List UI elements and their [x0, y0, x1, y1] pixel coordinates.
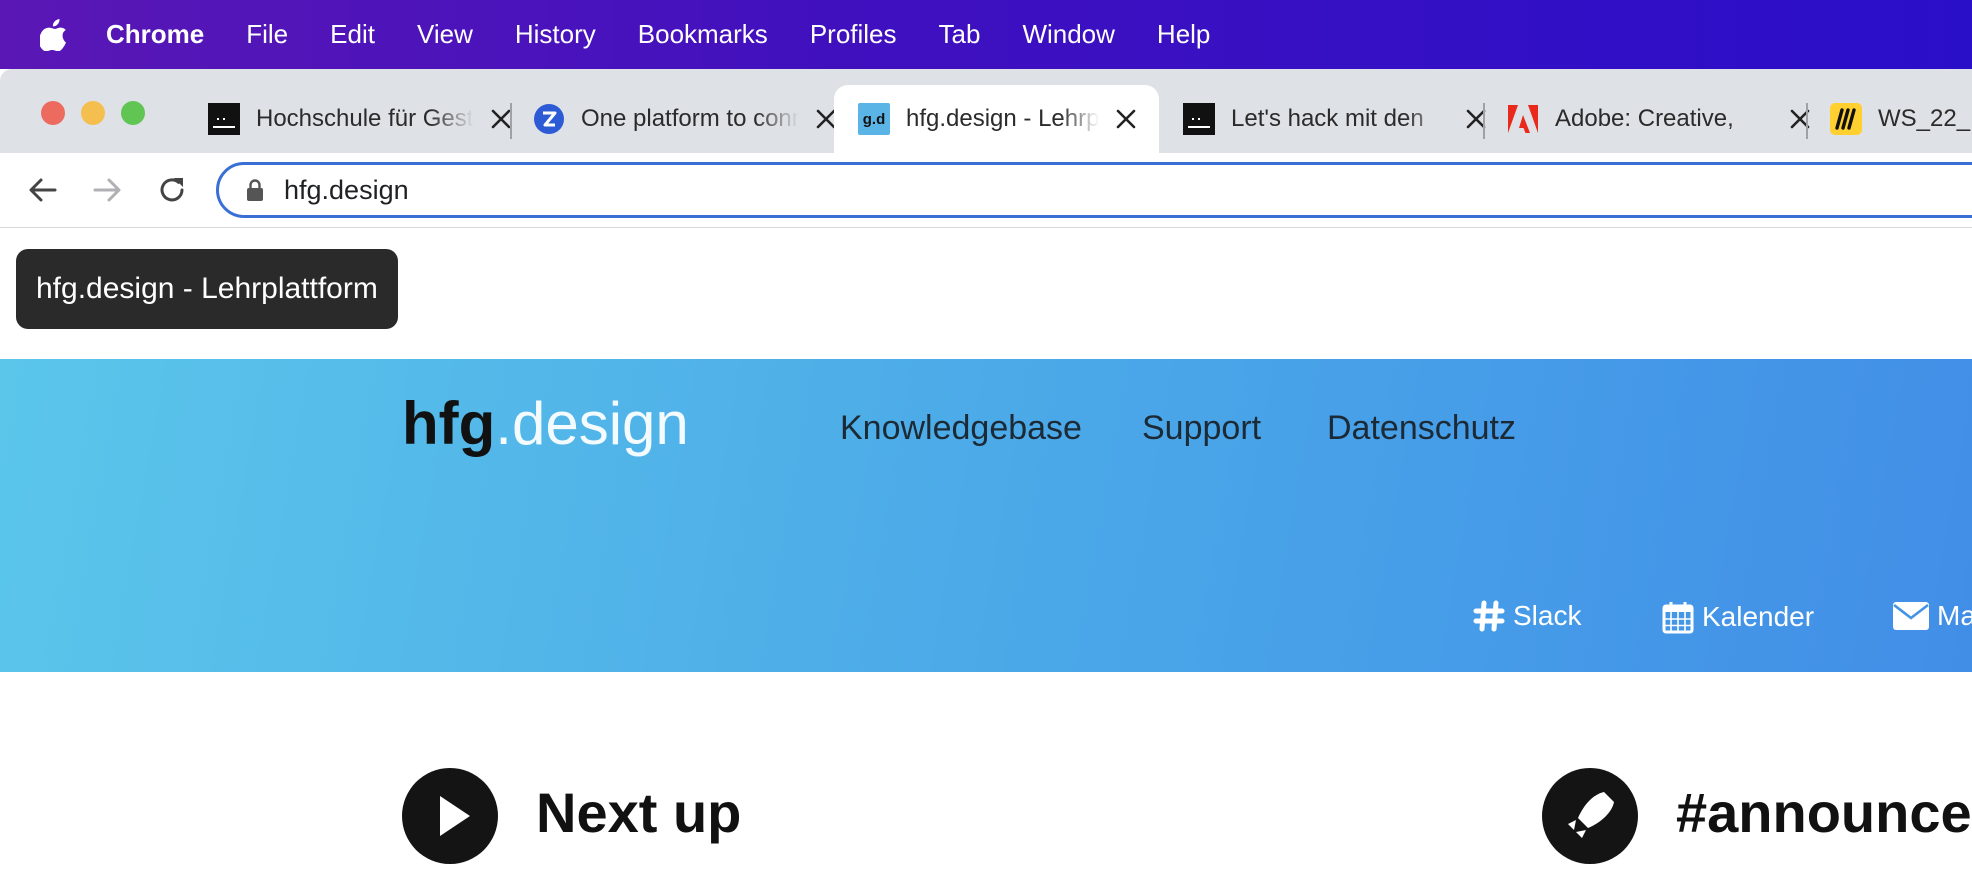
- tab-lets-hack[interactable]: Let's hack mit den: [1159, 85, 1487, 153]
- address-bar[interactable]: hfg.design: [216, 162, 1972, 218]
- menu-chrome[interactable]: Chrome: [106, 19, 204, 50]
- menu-tab[interactable]: Tab: [939, 19, 981, 50]
- slack-icon: [1473, 600, 1505, 632]
- tab-tooltip: hfg.design - Lehrplattform: [16, 249, 398, 329]
- logo-bold-text: hfg: [402, 390, 496, 457]
- terminal-icon: [208, 103, 240, 135]
- nav-datenschutz[interactable]: Datenschutz: [1327, 409, 1516, 448]
- calendar-icon: [1662, 602, 1694, 634]
- menu-view[interactable]: View: [417, 19, 473, 50]
- miro-icon: [1830, 103, 1862, 135]
- tab-hochschule[interactable]: Hochschule für Gestaltung: [184, 85, 512, 153]
- quick-link-label: Slack: [1513, 600, 1582, 631]
- logo-light-text: .design: [495, 390, 689, 457]
- section-title-announce: #announce: [1676, 781, 1972, 844]
- menu-window[interactable]: Window: [1022, 19, 1114, 50]
- menu-history[interactable]: History: [515, 19, 596, 50]
- zoom-icon: [533, 103, 565, 135]
- close-icon[interactable]: [1115, 108, 1137, 130]
- tab-adobe[interactable]: Adobe: Creative,: [1483, 85, 1811, 153]
- hfg-design-icon: g.d: [858, 103, 890, 135]
- tab-miro[interactable]: WS_22_: [1806, 85, 1972, 153]
- menu-edit[interactable]: Edit: [330, 19, 375, 50]
- rocket-icon: [1542, 768, 1638, 864]
- forward-arrow-icon[interactable]: [90, 173, 124, 207]
- section-title-next-up: Next up: [536, 781, 742, 844]
- macos-menu-bar: Chrome File Edit View History Bookmarks …: [0, 0, 1972, 69]
- tab-hfg-design[interactable]: g.d hfg.design - Lehrplattform: [834, 85, 1159, 153]
- back-arrow-icon[interactable]: [26, 173, 60, 207]
- quick-link-mail[interactable]: Ma: [1893, 600, 1972, 632]
- browser-toolbar: hfg.design: [0, 153, 1972, 228]
- reload-icon[interactable]: [155, 173, 189, 207]
- nav-support[interactable]: Support: [1142, 409, 1261, 448]
- menu-file[interactable]: File: [246, 19, 288, 50]
- lock-icon[interactable]: [246, 179, 264, 201]
- url-text[interactable]: hfg.design: [284, 175, 409, 206]
- site-header: hfg.design Knowledgebase Support Datensc…: [0, 359, 1972, 672]
- site-logo[interactable]: hfg.design: [402, 389, 689, 458]
- tab-title: One platform to connect: [581, 105, 799, 132]
- tab-strip: Hochschule für Gestaltung One platform t…: [0, 69, 1972, 153]
- menu-bookmarks[interactable]: Bookmarks: [638, 19, 768, 50]
- fullscreen-window-button[interactable]: [121, 101, 145, 125]
- tab-title: WS_22_: [1878, 105, 1971, 132]
- tab-title: Let's hack mit den: [1231, 105, 1424, 132]
- close-window-button[interactable]: [41, 101, 65, 125]
- quick-link-slack[interactable]: Slack: [1473, 600, 1581, 632]
- adobe-icon: [1507, 103, 1539, 135]
- minimize-window-button[interactable]: [81, 101, 105, 125]
- quick-link-kalender[interactable]: Kalender: [1662, 600, 1814, 634]
- quick-link-label: Ma: [1937, 600, 1972, 631]
- menu-profiles[interactable]: Profiles: [810, 19, 897, 50]
- menu-help[interactable]: Help: [1157, 19, 1210, 50]
- tab-title: Adobe: Creative,: [1555, 105, 1734, 132]
- nav-knowledgebase[interactable]: Knowledgebase: [840, 409, 1082, 448]
- play-icon: [402, 768, 498, 864]
- tab-title: hfg.design - Lehrplattform: [906, 105, 1099, 132]
- quick-link-label: Kalender: [1702, 601, 1815, 632]
- tab-zoom[interactable]: One platform to connect: [509, 85, 837, 153]
- tab-title: Hochschule für Gestaltung: [256, 105, 474, 132]
- apple-logo-icon[interactable]: [40, 18, 68, 51]
- mail-icon: [1893, 602, 1929, 630]
- terminal-icon: [1183, 103, 1215, 135]
